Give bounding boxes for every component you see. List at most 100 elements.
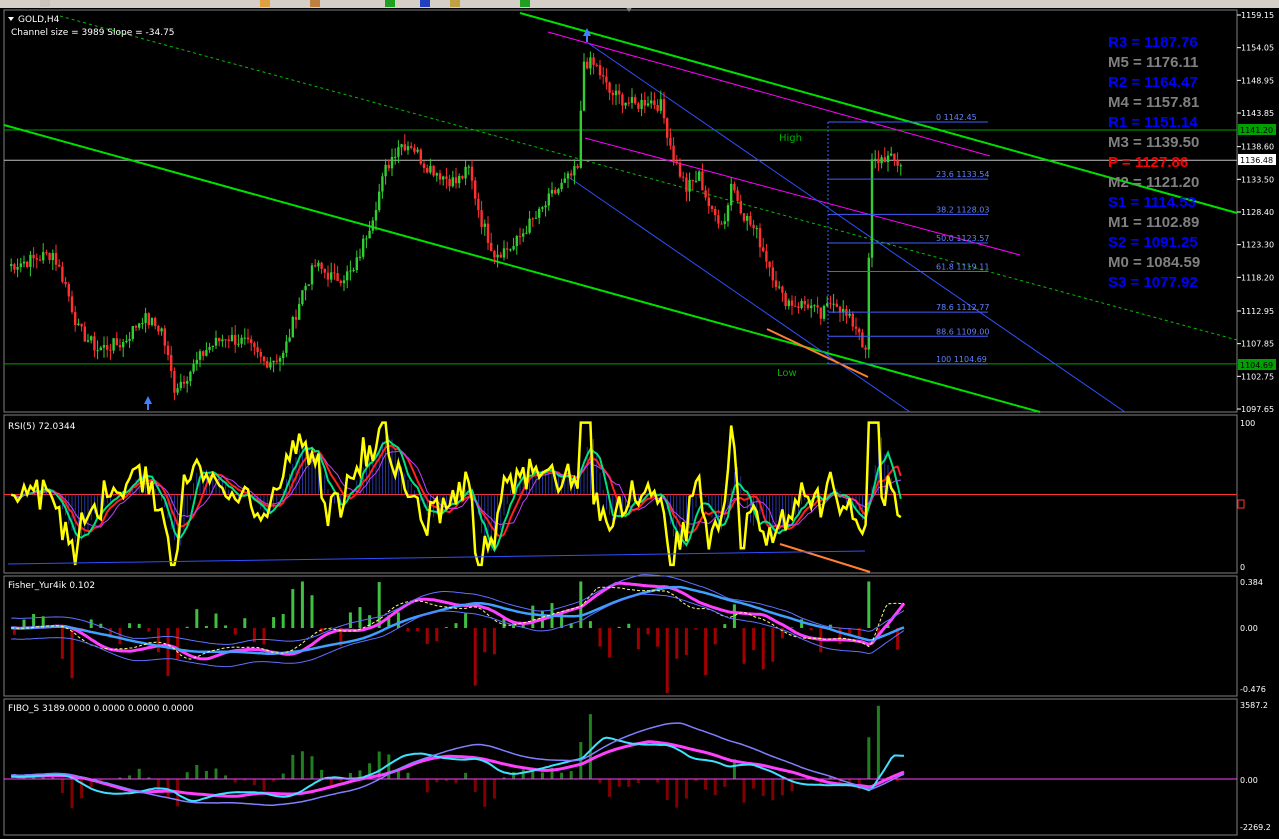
candle-body <box>35 258 38 260</box>
candle-body <box>682 176 685 178</box>
pivot-p: P = 1127.86 <box>1108 154 1188 171</box>
candle-body <box>880 157 883 164</box>
fisher-bar <box>377 582 381 628</box>
fisher-bar <box>646 628 650 635</box>
candle-body <box>630 97 634 103</box>
fisher-bar <box>444 627 448 628</box>
candle-body <box>522 233 525 237</box>
fisher-bar <box>761 628 765 670</box>
candle-body <box>214 337 218 346</box>
candle-body <box>829 303 832 305</box>
candle-body <box>883 157 886 163</box>
candle-body <box>614 90 618 96</box>
price-label: 1097.65 <box>1241 405 1274 414</box>
candle-body <box>739 200 742 214</box>
fisher-bar <box>464 613 468 628</box>
candle-body <box>58 264 61 267</box>
candle-body <box>608 82 611 93</box>
candle-body <box>122 342 125 348</box>
fibo-s-bar <box>761 779 765 796</box>
fisher-bar <box>291 589 295 628</box>
candle-body <box>314 265 317 267</box>
candle-body <box>794 305 797 307</box>
toolbar-button[interactable] <box>520 0 530 7</box>
candle-body <box>874 158 877 160</box>
fibo-s-bar <box>329 779 333 786</box>
pivot-m5: M5 = 1176.11 <box>1108 54 1199 71</box>
candle-body <box>627 102 630 104</box>
candle-body <box>243 337 246 339</box>
fisher-bar <box>406 628 410 632</box>
candle-body <box>701 171 704 191</box>
candle-body <box>646 103 650 106</box>
candle-body <box>74 312 77 326</box>
candle-body <box>13 264 16 270</box>
fib-level-label: 78.6 1112.77 <box>936 303 989 312</box>
fibo-s-bar <box>665 779 669 801</box>
candle-body <box>602 75 605 77</box>
low-label: Low <box>777 368 797 379</box>
pivot-s1: S1 = 1114.53 <box>1108 194 1196 211</box>
candle-body <box>166 345 170 356</box>
candle-body <box>685 177 688 192</box>
fib-level-label: 88.6 1109.00 <box>936 327 989 336</box>
fib-level-label: 100 1104.69 <box>936 355 987 364</box>
fisher-bar <box>348 612 352 628</box>
candle-body <box>285 341 288 353</box>
fibo-s-bar <box>281 773 285 779</box>
candle-body <box>723 221 726 225</box>
toolbar-button[interactable] <box>450 0 460 7</box>
fisher-bar <box>358 607 362 628</box>
fibo-s-bar <box>185 772 189 779</box>
candle-body <box>106 345 109 350</box>
candle-body <box>333 272 336 274</box>
toolbar-button[interactable] <box>420 0 430 7</box>
candle-body <box>390 156 394 169</box>
fisher-bar <box>281 614 285 628</box>
candle-body <box>147 313 150 326</box>
candle-body <box>125 340 128 343</box>
trading-chart[interactable]: 0 1142.45 23.6 1133.54 38.2 1128.03 50.0 11… <box>0 8 1279 839</box>
candle-body <box>426 168 429 173</box>
candle-body <box>659 99 662 111</box>
toolbar-button[interactable] <box>310 0 320 7</box>
fisher-bar <box>732 604 736 628</box>
candle-body <box>157 326 160 332</box>
candle-body <box>160 328 163 332</box>
toolbar-button[interactable] <box>260 0 270 7</box>
candle-body <box>77 323 80 326</box>
candle-body <box>435 173 438 176</box>
candle-body <box>714 209 717 216</box>
candle-body <box>768 261 771 268</box>
fisher-bar <box>636 628 640 650</box>
candle-body <box>99 347 102 351</box>
candle-body <box>246 337 250 340</box>
candle-body <box>192 363 195 372</box>
candle-body <box>298 304 301 320</box>
fisher-bar <box>627 623 631 628</box>
candle-body <box>320 262 323 269</box>
candle-body <box>669 137 672 146</box>
candle-body <box>419 149 422 164</box>
candle-body <box>637 103 640 109</box>
candle-body <box>42 252 45 261</box>
fisher-bar <box>742 628 746 664</box>
fibo-s-bar <box>867 737 871 779</box>
fisher-bar <box>416 628 420 632</box>
price-label: 1143.85 <box>1241 109 1274 118</box>
fisher-bar <box>531 605 535 628</box>
fisher-bar <box>156 628 160 653</box>
fisher-bar <box>656 628 660 647</box>
fisher-bar <box>243 618 247 628</box>
candle-body <box>877 158 880 164</box>
candle-body <box>182 381 186 384</box>
fisher-bar <box>425 628 429 644</box>
candle-body <box>400 144 403 148</box>
candle-body <box>598 65 602 76</box>
candle-body <box>432 165 435 176</box>
fisher-bar <box>752 628 756 651</box>
toolbar-button[interactable] <box>385 0 395 7</box>
fibo-s-bar <box>224 775 228 779</box>
toolbar-button[interactable] <box>40 0 50 7</box>
fisher-bar <box>771 628 775 662</box>
